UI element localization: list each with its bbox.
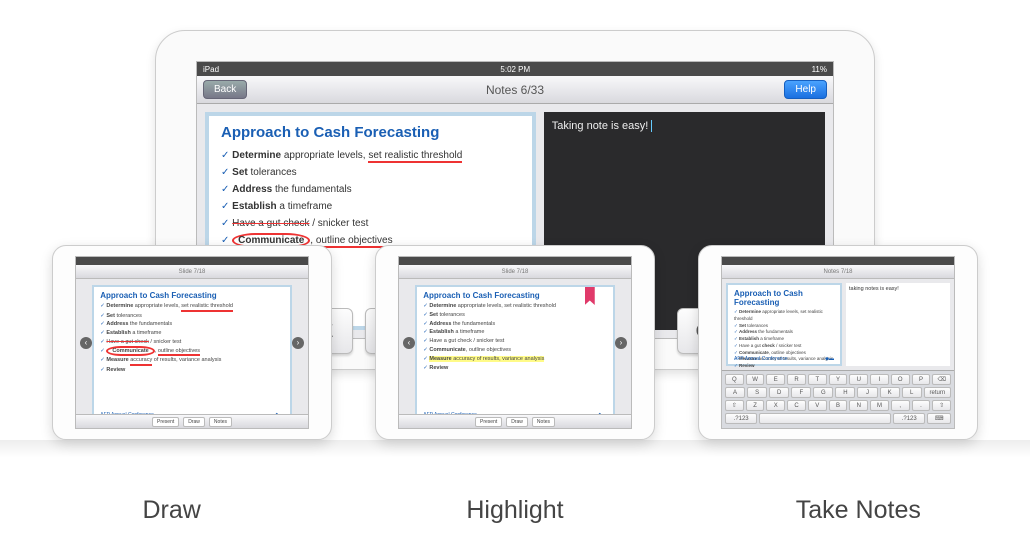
thumb-ipad-takenotes: Notes 7/18 ‹ › Approach to Cash Forecast… — [698, 245, 978, 440]
kb-row-1: Q W E R T Y U I O P ⌫ — [725, 374, 951, 385]
thumb-ipad-highlight: Slide 7/18 ‹ › Approach to Cash Forecast… — [375, 245, 655, 440]
back-button[interactable]: Back — [203, 80, 247, 99]
kb-key[interactable]: R — [787, 374, 806, 385]
caption-draw: Draw — [2, 496, 342, 525]
caption-takenotes: Take Notes — [688, 496, 1028, 525]
status-bar: iPad 5:02 PM 11% — [197, 62, 833, 76]
kb-key[interactable]: Q — [725, 374, 744, 385]
kb-key[interactable]: N — [849, 400, 868, 411]
kb-key[interactable]: U — [849, 374, 868, 385]
slide-bullets: Determine appropriate levels, set realis… — [221, 147, 520, 249]
kb-key-shift[interactable]: ⇧ — [725, 400, 744, 411]
mini-slide: Approach to Cash Forecasting Determine a… — [726, 283, 842, 366]
kb-key[interactable]: O — [891, 374, 910, 385]
slide-item: Establish a timeframe — [221, 198, 520, 215]
kb-key[interactable]: G — [813, 387, 833, 398]
kb-key[interactable]: L — [902, 387, 922, 398]
caption-highlight: Highlight — [345, 496, 685, 525]
kb-key[interactable]: K — [880, 387, 900, 398]
notes-text: Taking note is easy! — [552, 120, 649, 132]
mini-status-bar — [399, 257, 631, 265]
kb-key[interactable]: W — [746, 374, 765, 385]
mode-button-notes[interactable]: Notes — [532, 417, 555, 427]
kb-key-shift[interactable]: ⇧ — [932, 400, 951, 411]
slide-item: Determine appropriate levels, set realis… — [221, 147, 520, 164]
kb-key-numeric[interactable]: .?123 — [725, 413, 757, 424]
kb-key-numeric[interactable]: .?123 — [893, 413, 925, 424]
mini-toolbar: Notes 7/18 — [722, 265, 954, 279]
mini-keyboard: Q W E R T Y U I O P ⌫ A S D F G H J K — [722, 370, 954, 428]
kb-key[interactable]: E — [766, 374, 785, 385]
kb-key-dismiss[interactable]: ⌨ — [927, 413, 951, 424]
slide-item: Have a gut check / snicker test — [221, 215, 520, 232]
kb-key[interactable]: V — [808, 400, 827, 411]
kb-key[interactable]: I — [870, 374, 889, 385]
kb-key[interactable]: A — [725, 387, 745, 398]
mode-button-present[interactable]: Present — [475, 417, 502, 427]
logo-icon: ◆▬ — [825, 356, 834, 362]
mode-button-draw[interactable]: Draw — [506, 417, 528, 427]
mini-status-bar — [722, 257, 954, 265]
kb-key-return[interactable]: return — [924, 387, 951, 398]
kb-row-4: .?123 .?123 ⌨ — [725, 413, 951, 424]
thumb-ipad-draw: Slide 7/18 ‹ › Approach to Cash Forecast… — [52, 245, 332, 440]
kb-key-space[interactable] — [759, 413, 891, 424]
kb-key[interactable]: D — [769, 387, 789, 398]
mini-notes-text: taking notes is easy! — [849, 286, 899, 292]
mini-slide: Approach to Cash Forecasting Determine a… — [92, 285, 292, 422]
status-time: 5:02 PM — [500, 65, 530, 74]
mini-bottombar: Present Draw Notes — [399, 414, 631, 428]
mini-bottombar: Present Draw Notes — [76, 414, 308, 428]
kb-key[interactable]: M — [870, 400, 889, 411]
mode-button-present[interactable]: Present — [152, 417, 179, 427]
mini-toolbar: Slide 7/18 — [76, 265, 308, 279]
kb-row-3: ⇧ Z X C V B N M , . ⇧ — [725, 400, 951, 411]
reflection-shadow — [0, 440, 1030, 458]
kb-key[interactable]: P — [912, 374, 931, 385]
thumb-highlight-screen: Slide 7/18 ‹ › Approach to Cash Forecast… — [398, 256, 632, 429]
kb-key[interactable]: C — [787, 400, 806, 411]
help-button[interactable]: Help — [784, 80, 827, 99]
mini-slide: Approach to Cash Forecasting Determine a… — [415, 285, 615, 422]
kb-key[interactable]: H — [835, 387, 855, 398]
app-toolbar: Back Notes 6/33 Help — [197, 76, 833, 104]
text-cursor — [648, 120, 652, 132]
mini-slide-title: Approach to Cash Forecasting — [423, 291, 607, 300]
toolbar-title: Notes 6/33 — [486, 83, 544, 97]
slide-item: Set tolerances — [221, 164, 520, 181]
kb-key[interactable]: J — [857, 387, 877, 398]
kb-key-backspace[interactable]: ⌫ — [932, 374, 951, 385]
caption-row: Draw Highlight Take Notes — [0, 496, 1030, 525]
kb-key[interactable]: Z — [746, 400, 765, 411]
kb-key[interactable]: F — [791, 387, 811, 398]
slide-title: Approach to Cash Forecasting — [221, 124, 520, 141]
mode-button-draw[interactable]: Draw — [183, 417, 205, 427]
mini-notes-editor[interactable]: taking notes is easy! — [846, 283, 950, 366]
kb-key[interactable]: T — [808, 374, 827, 385]
kb-key[interactable]: X — [766, 400, 785, 411]
mini-toolbar: Slide 7/18 — [399, 265, 631, 279]
kb-key[interactable]: B — [829, 400, 848, 411]
status-device: iPad — [203, 65, 219, 74]
mini-slide-title: Approach to Cash Forecasting — [734, 289, 834, 307]
kb-row-2: A S D F G H J K L return — [725, 387, 951, 398]
thumb-draw-screen: Slide 7/18 ‹ › Approach to Cash Forecast… — [75, 256, 309, 429]
slide-item: Address the fundamentals — [221, 181, 520, 198]
mini-status-bar — [76, 257, 308, 265]
thumb-notes-screen: Notes 7/18 ‹ › Approach to Cash Forecast… — [721, 256, 955, 429]
kb-key[interactable]: . — [912, 400, 931, 411]
kb-key[interactable]: Y — [829, 374, 848, 385]
kb-key[interactable]: S — [747, 387, 767, 398]
mode-button-notes[interactable]: Notes — [209, 417, 232, 427]
mini-slide-title: Approach to Cash Forecasting — [100, 291, 284, 300]
kb-key[interactable]: , — [891, 400, 910, 411]
status-battery: 11% — [812, 65, 827, 74]
